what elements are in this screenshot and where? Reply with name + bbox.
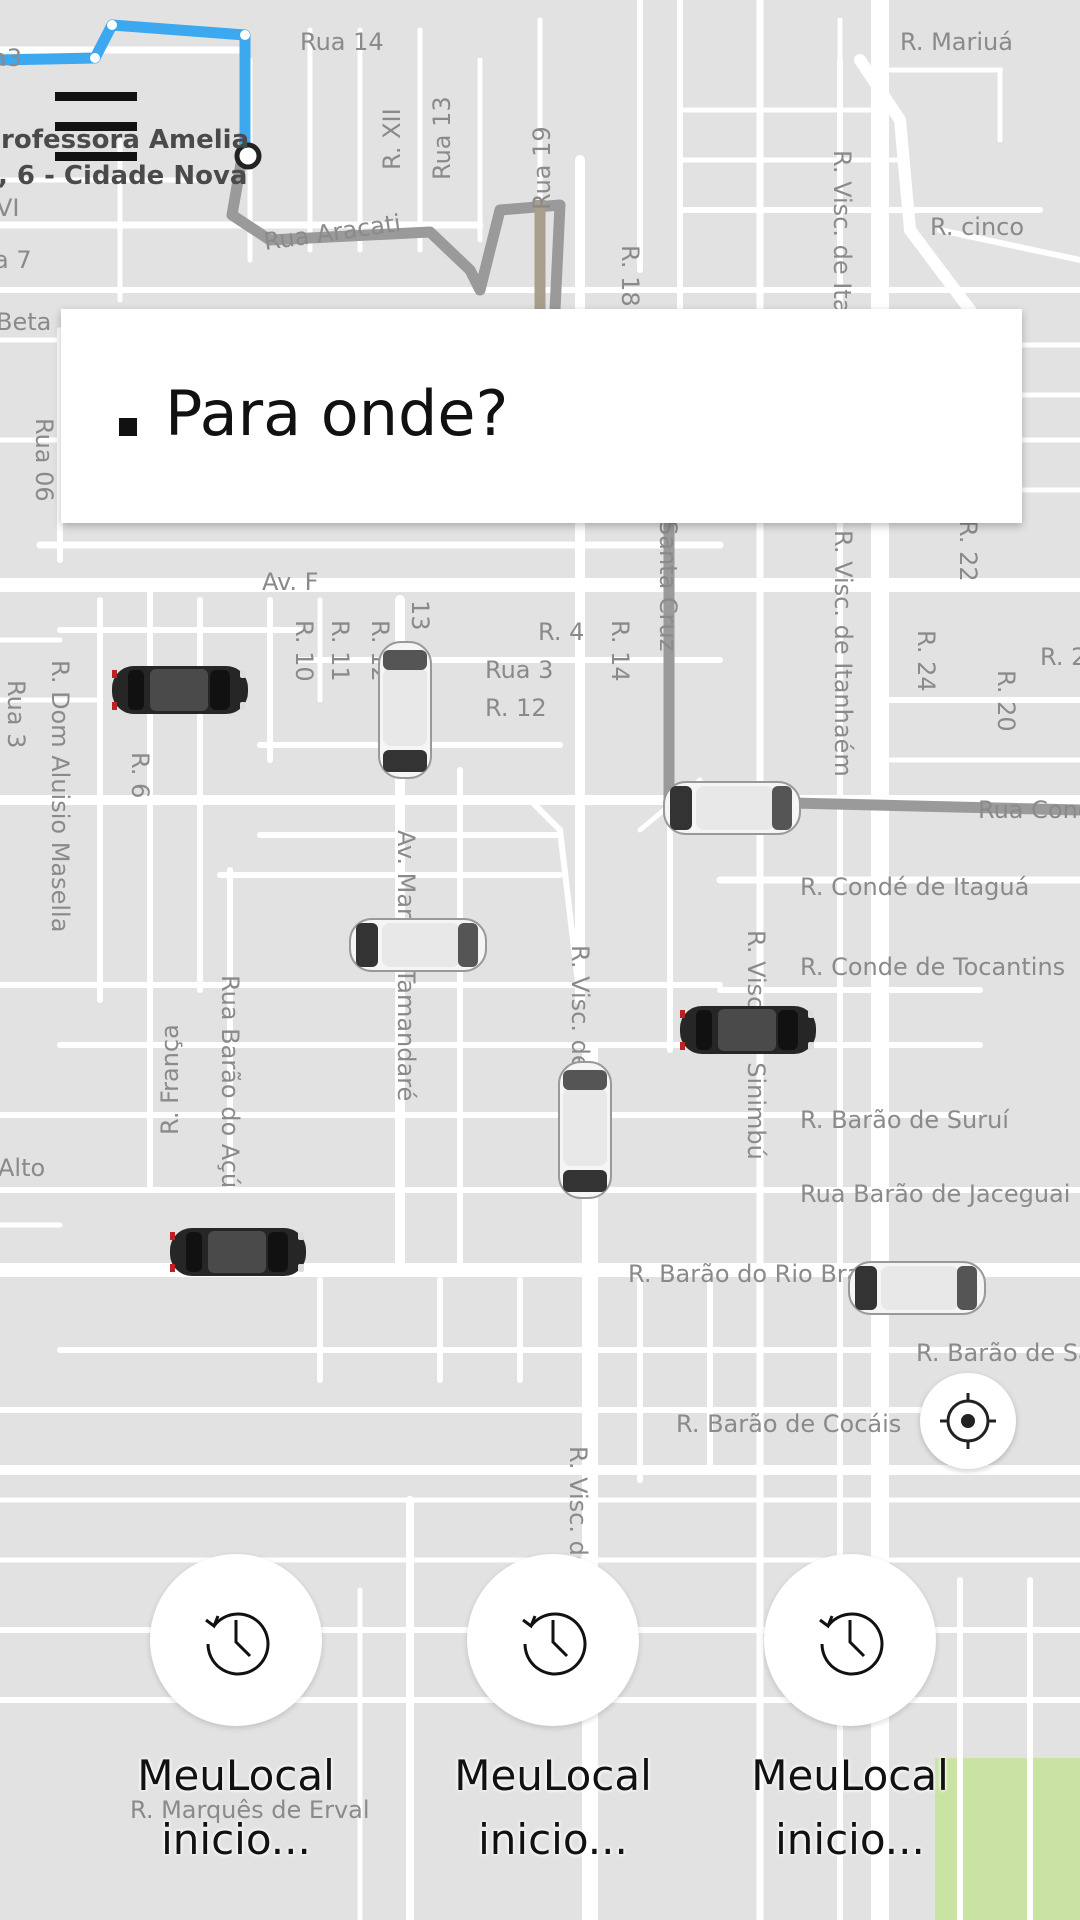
svg-text:Rua 06: Rua 06 xyxy=(30,418,58,502)
svg-text:Santa Cruz: Santa Cruz xyxy=(654,520,682,651)
recent-place-shortcut[interactable]: MeuLocal inicio... xyxy=(453,1554,653,1874)
svg-text:R. cinco: R. cinco xyxy=(930,213,1024,241)
destination-square-icon xyxy=(119,418,137,436)
svg-text:R. Barão do Rio Bra: R. Barão do Rio Bra xyxy=(628,1260,861,1288)
svg-text:R. Mariuá: R. Mariuá xyxy=(900,28,1013,56)
svg-text:R. 6: R. 6 xyxy=(126,752,154,798)
svg-text:R. 18: R. 18 xyxy=(616,245,644,307)
history-clock-icon xyxy=(819,1612,884,1676)
svg-text:Rua Cond: Rua Cond xyxy=(978,796,1080,824)
svg-text:13: 13 xyxy=(406,600,434,631)
svg-text:VI: VI xyxy=(0,194,20,222)
svg-text:R. 24: R. 24 xyxy=(912,630,940,692)
svg-text:R. 2: R. 2 xyxy=(1040,643,1080,671)
svg-text:Av. F: Av. F xyxy=(262,568,318,596)
svg-text:R. Visc. de: R. Visc. de xyxy=(564,1446,592,1571)
svg-text:R. Barão de Sa: R. Barão de Sa xyxy=(916,1339,1080,1367)
svg-text:Rua 3: Rua 3 xyxy=(2,680,30,748)
recent-place-button[interactable] xyxy=(467,1554,639,1726)
svg-text:R. França: R. França xyxy=(156,1024,184,1135)
menu-bar xyxy=(55,122,137,131)
svg-text:R. 14: R. 14 xyxy=(606,620,634,682)
crosshair-icon xyxy=(940,1393,996,1449)
car-marker xyxy=(680,1006,816,1054)
shortcut-label: MeuLocal inicio... xyxy=(137,1751,335,1864)
svg-text:R. 20: R. 20 xyxy=(992,670,1020,732)
svg-text:Rua Barão do Açú: Rua Barão do Açú xyxy=(216,975,244,1188)
svg-text:R. 12: R. 12 xyxy=(485,694,547,722)
car-marker xyxy=(378,641,432,779)
svg-text:R. 11: R. 11 xyxy=(326,620,354,682)
svg-text:a3: a3 xyxy=(0,44,22,72)
shortcut-label: MeuLocal inicio... xyxy=(751,1751,949,1864)
svg-text:R. Visc. de Itanhaém: R. Visc. de Itanhaém xyxy=(829,530,857,777)
recent-place-button[interactable] xyxy=(150,1554,322,1726)
shortcut-label: MeuLocal inicio... xyxy=(454,1751,652,1864)
my-location-button[interactable] xyxy=(920,1373,1016,1469)
car-marker xyxy=(349,918,487,972)
svg-text:R. Visc. de Ita: R. Visc. de Ita xyxy=(828,150,856,313)
svg-text:R. Condé de Itaguá: R. Condé de Itaguá xyxy=(800,873,1029,901)
svg-text:R. 10: R. 10 xyxy=(290,620,318,682)
svg-text:Rua 13: Rua 13 xyxy=(428,96,456,180)
svg-text:R. 22: R. 22 xyxy=(954,520,982,582)
svg-text:Rua Barão de Jaceguai: Rua Barão de Jaceguai xyxy=(800,1180,1070,1208)
menu-bar xyxy=(55,152,137,161)
destination-search-placeholder[interactable]: Para onde? xyxy=(165,383,508,445)
car-marker xyxy=(663,781,801,835)
svg-text:R. Visc. de: R. Visc. de xyxy=(566,945,594,1070)
recent-place-shortcut[interactable]: MeuLocal inicio... xyxy=(750,1554,950,1874)
svg-text:R. Barão de Suruí: R. Barão de Suruí xyxy=(800,1106,1010,1134)
svg-text:R. 4: R. 4 xyxy=(538,618,584,646)
car-marker xyxy=(848,1261,986,1315)
recent-place-button[interactable] xyxy=(764,1554,936,1726)
route-label-line2: , 6 - Cidade Nova xyxy=(0,161,247,191)
svg-text:Rua 3: Rua 3 xyxy=(485,656,553,684)
svg-text:a 7: a 7 xyxy=(0,246,32,274)
svg-text:Rua 19: Rua 19 xyxy=(528,126,556,210)
car-marker xyxy=(112,666,248,714)
svg-text:Alto: Alto xyxy=(0,1154,45,1182)
car-marker xyxy=(558,1061,612,1199)
menu-bar xyxy=(55,92,137,101)
svg-text:R. Conde de Tocantins: R. Conde de Tocantins xyxy=(800,953,1065,981)
hamburger-menu-icon[interactable] xyxy=(55,92,137,162)
history-clock-icon xyxy=(205,1612,270,1676)
history-clock-icon xyxy=(522,1612,587,1676)
car-marker xyxy=(170,1228,306,1276)
svg-text:R. Barão de Cocáis: R. Barão de Cocáis xyxy=(676,1410,901,1438)
recent-place-shortcut[interactable]: MeuLocal inicio... xyxy=(136,1554,336,1874)
app-screen: Professora Amelia , 6 - Cidade Nova Rua … xyxy=(0,0,1080,1920)
destination-search-box[interactable]: Para onde? xyxy=(61,309,1022,523)
svg-text:R. XII: R. XII xyxy=(378,108,406,170)
svg-text:R. Dom Aluisio Masella: R. Dom Aluisio Masella xyxy=(46,660,74,932)
svg-text:Beta: Beta xyxy=(0,308,51,336)
svg-text:Rua 14: Rua 14 xyxy=(300,28,384,56)
